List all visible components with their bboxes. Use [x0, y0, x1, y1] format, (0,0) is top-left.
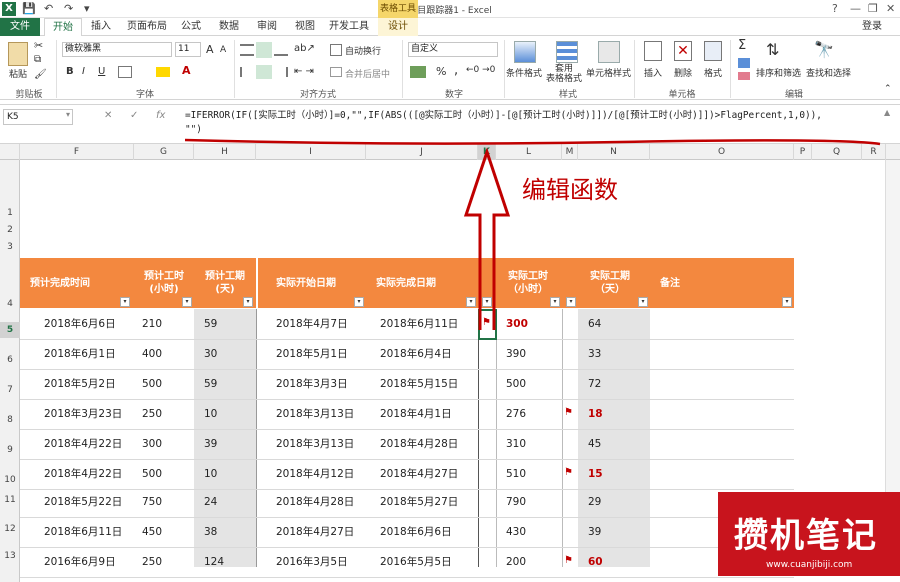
watermark-text: 攒机笔记 — [734, 516, 878, 556]
watermark-logo: 攒机笔记 www.cuanjibiji.com — [718, 492, 900, 576]
up-arrow-icon — [463, 147, 511, 330]
annotation-label: 编辑函数 — [522, 176, 618, 204]
watermark-url: www.cuanjibiji.com — [766, 560, 853, 570]
annotation-overlay — [184, 138, 881, 330]
formula-underline — [184, 138, 881, 146]
